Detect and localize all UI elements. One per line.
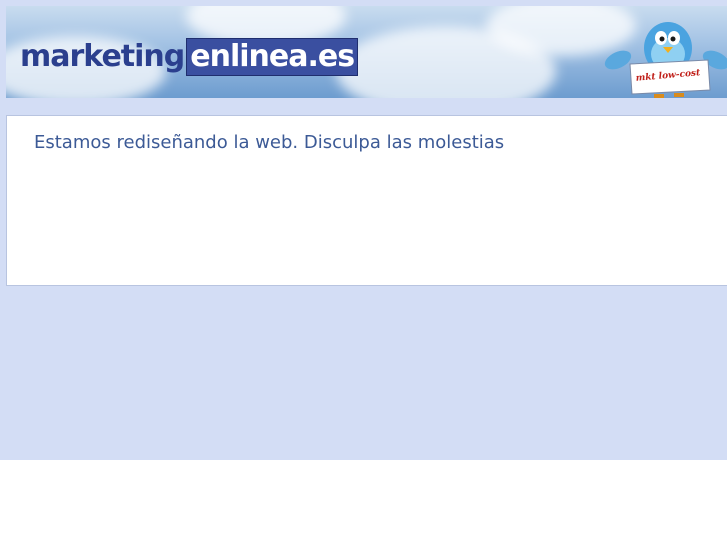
bird-mascot-graphic xyxy=(604,22,727,98)
bird-mascot-icon: mkt low-cost xyxy=(604,20,727,98)
site-logo[interactable]: marketing enlinea.es xyxy=(18,38,359,76)
logo-text-domain: enlinea.es xyxy=(186,38,359,76)
logo-text-marketing: marketing xyxy=(20,39,185,74)
main-content-panel: Estamos rediseñando la web. Disculpa las… xyxy=(6,115,727,286)
maintenance-message: Estamos rediseñando la web. Disculpa las… xyxy=(34,132,505,153)
header-banner: marketing enlinea.es mkt low-cost xyxy=(6,6,727,98)
